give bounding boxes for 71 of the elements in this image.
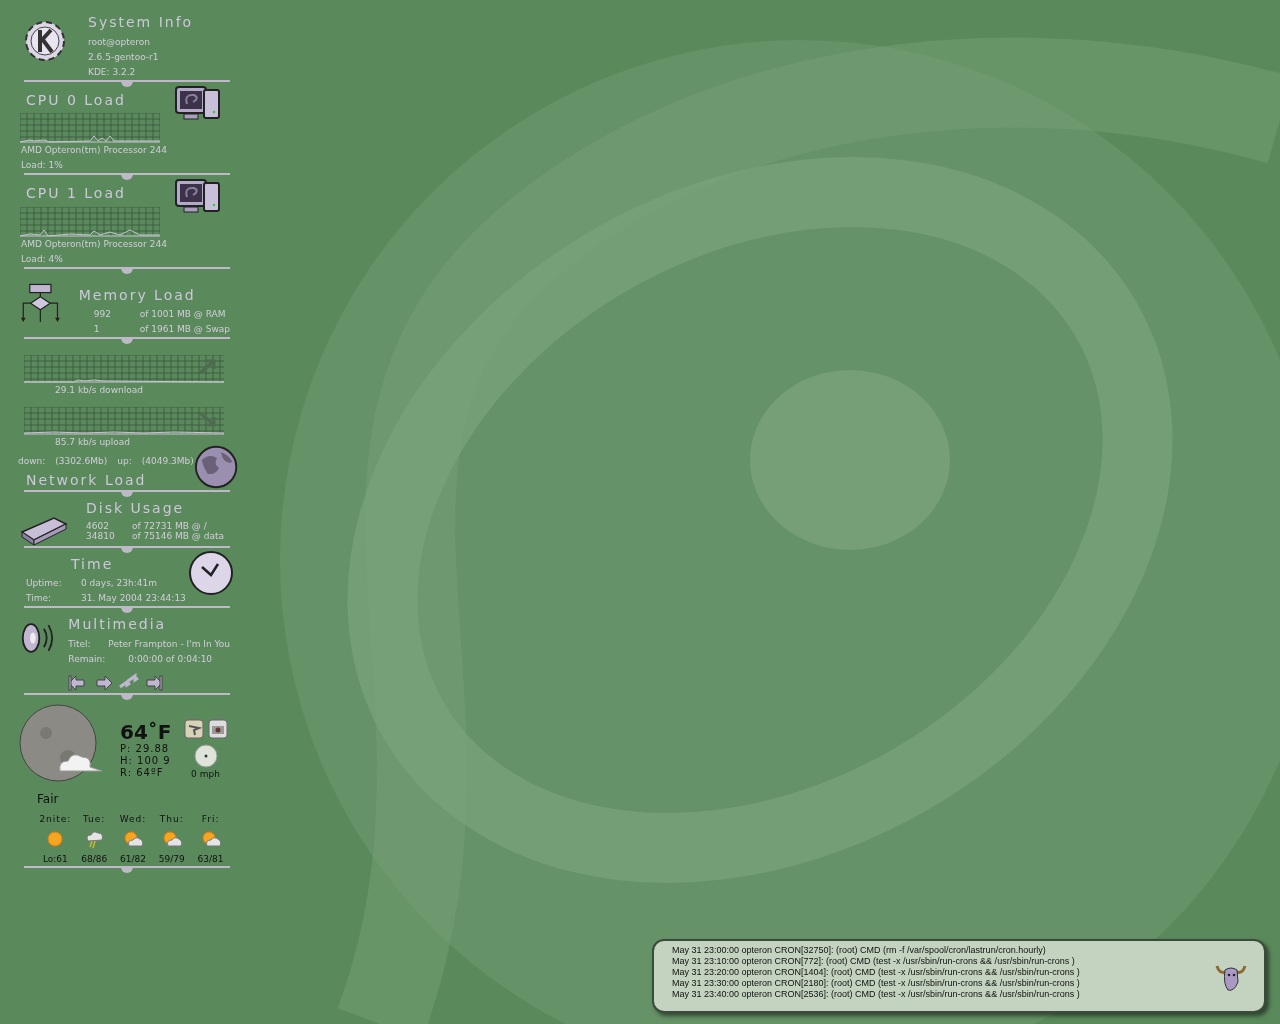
log-line: May 31 23:20:00 opteron CRON[1404]: (root) CMD (test -x /usr/sbin/run-crons && /usr/sbin/run-crons ) xyxy=(672,967,1081,978)
clock-icon xyxy=(188,550,234,596)
sun-cloud-icon xyxy=(200,829,221,849)
dew-point-text: R: 64ºF xyxy=(120,767,165,779)
total-value: of 75146 MB @ data xyxy=(132,530,224,541)
forecast-temperature: 63/81 xyxy=(197,853,224,866)
forecast-temperature: Lo:61 xyxy=(42,853,68,866)
temperature: 64˚F xyxy=(120,721,172,743)
upload-rate: 85.7 kb/s upload xyxy=(55,436,132,449)
used-value: 4602 xyxy=(86,520,110,531)
info-text: root@opteron xyxy=(88,35,152,49)
section-title: CPU 1 Load xyxy=(26,185,127,203)
section-title: Time xyxy=(71,556,115,574)
section-title: System Info xyxy=(88,14,194,32)
processor-text: AMD Opteron(tm) Processor 244 xyxy=(21,237,167,251)
forecast-temperature: 61/82 xyxy=(120,853,146,866)
info-text: 2.6.5-gentoo-r1 xyxy=(88,50,160,64)
forecast-day: Thu: xyxy=(159,812,184,826)
forecast-temperature: 59/79 xyxy=(158,853,185,866)
wind-gauge-icon xyxy=(193,744,218,768)
down-label: down: xyxy=(18,455,46,468)
section-title: Memory Load xyxy=(78,286,197,304)
used-value: 1 xyxy=(93,323,101,336)
pressure-text: P: 29.88 xyxy=(120,743,171,755)
forecast-temperature: 68/86 xyxy=(81,853,108,866)
sun-cloud-icon xyxy=(161,829,182,849)
up-total: (4049.3Mb) xyxy=(141,455,194,468)
total-value: of 1961 MB @ Swap xyxy=(139,323,230,336)
track-label: Titel: xyxy=(68,638,92,651)
play-button[interactable] xyxy=(93,673,114,693)
time-value: 31. May 2004 23:44:13 xyxy=(81,591,186,605)
total-value: of 72731 MB @ / xyxy=(132,520,207,531)
forecast-day: 2nite: xyxy=(39,812,72,826)
time-label: Time: xyxy=(26,591,53,605)
log-line: May 31 23:10:00 opteron CRON[772]: (root) CMD (test -x /usr/sbin/run-crons && /usr/sbin/run-crons ) xyxy=(672,956,1076,967)
download-rate: 29.1 kb/s download xyxy=(55,384,144,397)
time-value: 0 days, 23h:41m xyxy=(81,576,157,590)
tool-icon xyxy=(183,719,204,739)
up-label: up: xyxy=(117,455,132,468)
time-label: Uptime: xyxy=(26,576,63,590)
processor-text: AMD Opteron(tm) Processor 244 xyxy=(21,144,167,157)
globe-icon xyxy=(193,444,238,490)
log-line: May 31 23:40:00 opteron CRON[2536]: (root) CMD (test -x /usr/sbin/run-crons && /usr/sbin/run-crons ) xyxy=(672,989,1081,1000)
storm-cloud-icon xyxy=(84,829,105,849)
track-label: Remain: xyxy=(68,653,107,666)
hard-drive-icon xyxy=(20,514,68,546)
forecast-day: Tue: xyxy=(83,812,106,826)
track-value: 0:00:00 of 0:04:10 xyxy=(128,653,213,666)
next-track-button[interactable] xyxy=(143,673,164,693)
forecast-day: Fri: xyxy=(201,812,220,826)
info-text: KDE: 3.2.2 xyxy=(88,65,137,79)
used-value: 992 xyxy=(93,308,112,321)
load-text: Load: 4% xyxy=(21,252,64,266)
log-line: May 31 23:00:00 opteron CRON[32750]: (root) CMD (rm -f /var/spool/cron/lastrun/cron.hourly) xyxy=(672,945,1047,956)
used-value: 34810 xyxy=(86,530,116,541)
total-value: of 1001 MB @ RAM xyxy=(139,308,226,321)
section-title: Disk Usage xyxy=(86,500,186,518)
sun-cloud-icon xyxy=(123,829,143,849)
log-line: May 31 23:30:00 opteron CRON[2180]: (root) CMD (test -x /usr/sbin/run-crons && /usr/sbin/run-crons ) xyxy=(672,978,1081,989)
sun-icon xyxy=(45,829,66,849)
section-title: Multimedia xyxy=(68,615,168,633)
load-text: Load: 1% xyxy=(21,159,64,172)
section-title: CPU 0 Load xyxy=(26,91,127,109)
track-value: Peter Frampton - I'm In You xyxy=(108,638,230,651)
wind-speed: 0 mph xyxy=(191,768,220,780)
down-total: (3302.6Mb) xyxy=(55,455,108,468)
forecast-day: Wed: xyxy=(119,812,147,826)
humidity-text: H: 100 9 xyxy=(120,755,172,767)
section-title: Network Load xyxy=(26,472,148,490)
camera-icon xyxy=(207,719,228,739)
condition-text: Fair xyxy=(37,791,60,808)
